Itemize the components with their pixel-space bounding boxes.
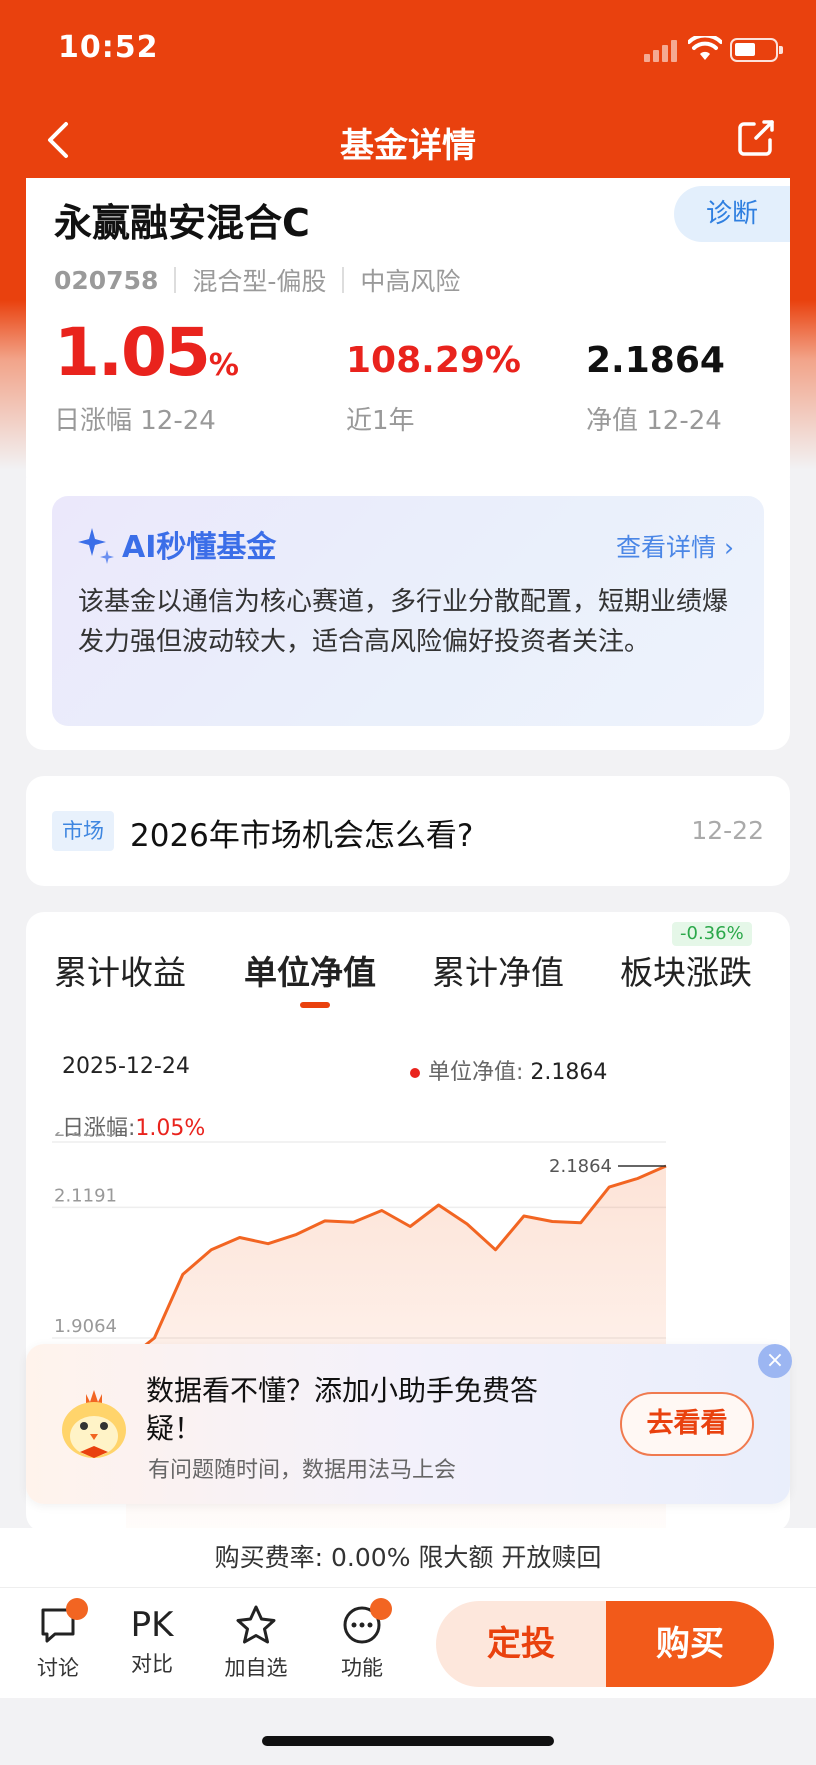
ai-summary-text: 该基金以通信为核心赛道，多行业分散配置，短期业绩爆发力强但波动较大，适合高风险偏… — [78, 587, 729, 657]
legend-value: 2.1864 — [530, 1060, 608, 1085]
watchlist-label: 加自选 — [224, 1656, 288, 1680]
home-area — [0, 1698, 816, 1765]
compare-button[interactable]: PK 对比 — [112, 1604, 192, 1678]
news-tag: 市场 — [52, 811, 114, 851]
legend-dot — [410, 1068, 420, 1078]
daily-change-unit: % — [208, 348, 239, 383]
status-time: 10:52 — [58, 30, 159, 65]
features-button[interactable]: 功能 — [322, 1598, 402, 1682]
tab-cumulative-return[interactable]: 累计收益 — [54, 946, 186, 994]
add-watchlist-button[interactable]: 加自选 — [216, 1604, 296, 1682]
fund-meta: 020758 混合型-偏股 中高风险 — [54, 262, 460, 298]
y-tick-label: 2.1191 — [54, 1185, 117, 1206]
sector-change-badge: -0.36% — [672, 922, 752, 946]
nav-bar: 基金详情 — [0, 100, 816, 180]
diagnose-button[interactable]: 诊断 — [674, 186, 790, 242]
fund-name: 永赢融安混合C — [54, 201, 310, 245]
ai-details-link[interactable]: 查看详情 › — [616, 528, 734, 564]
divider — [342, 267, 345, 293]
sip-button[interactable]: 定投 — [436, 1601, 606, 1687]
y-tick-label: 2.2255 — [54, 1132, 117, 1141]
wifi-icon — [688, 36, 722, 60]
promo-go-button[interactable]: 去看看 — [620, 1392, 754, 1456]
daily-change-number: 1.05 — [54, 314, 211, 391]
share-icon[interactable] — [734, 116, 778, 160]
fund-code: 020758 — [54, 265, 159, 295]
ai-title: AI秒懂基金 — [122, 530, 277, 565]
chart-legend: 单位净值: 2.1864 — [410, 1054, 607, 1086]
news-title: 2026年市场机会怎么看? — [130, 818, 474, 854]
notification-dot — [370, 1598, 392, 1620]
notification-dot — [66, 1598, 88, 1620]
bottom-action-bar: 讨论 PK 对比 加自选 功能 定投 购买 — [0, 1588, 816, 1698]
nav-label: 净值 12-24 — [586, 406, 722, 436]
year-return-value: 108.29% — [346, 340, 521, 381]
sparkle-icon — [78, 528, 114, 564]
promo-title: 数据看不懂？添加小助手免费答疑！ — [146, 1374, 539, 1445]
last-value-label: 2.1864 — [549, 1156, 612, 1177]
y-tick-label: 1.9064 — [54, 1316, 117, 1337]
buy-button[interactable]: 购买 — [606, 1601, 774, 1687]
fund-risk: 中高风险 — [360, 267, 461, 296]
star-icon — [236, 1605, 276, 1644]
chart-date: 2025-12-24 — [62, 1054, 190, 1079]
legend-label: 单位净值: — [428, 1060, 531, 1085]
active-tab-indicator — [300, 1002, 330, 1008]
daily-change-label: 日涨幅 12-24 — [54, 406, 216, 436]
status-bar: 10:52 — [0, 0, 816, 100]
battery-icon — [730, 38, 783, 62]
fund-type: 混合型-偏股 — [192, 267, 327, 296]
news-item[interactable]: 市场 2026年市场机会怎么看? 12-22 — [26, 776, 790, 886]
pk-icon: PK — [130, 1605, 174, 1645]
divider — [174, 267, 177, 293]
tab-unit-nav[interactable]: 单位净值 — [244, 946, 376, 994]
daily-change-value: 1.05% — [54, 314, 239, 391]
year-return-label: 近1年 — [346, 406, 415, 436]
ai-summary-card: AI秒懂基金 查看详情 › 该基金以通信为核心赛道，多行业分散配置，短期业绩爆发… — [26, 478, 790, 750]
nav-value: 2.1864 — [586, 340, 725, 381]
fee-info: 购买费率: 0.00% 限大额 开放赎回 — [0, 1528, 816, 1588]
mascot-icon — [62, 1390, 126, 1458]
compare-label: 对比 — [131, 1652, 173, 1676]
ai-summary-panel[interactable]: AI秒懂基金 查看详情 › 该基金以通信为核心赛道，多行业分散配置，短期业绩爆发… — [52, 496, 764, 726]
signal-icon — [644, 38, 684, 62]
promo-subtitle: 有问题随时间，数据用法马上会 — [148, 1458, 457, 1483]
fund-summary-card: 永赢融安混合C 诊断 020758 混合型-偏股 中高风险 1.05% 日涨幅 … — [26, 178, 790, 494]
discuss-label: 讨论 — [37, 1656, 79, 1680]
assistant-promo-banner[interactable]: 数据看不懂？添加小助手免费答疑！ 有问题随时间，数据用法马上会 去看看 × — [26, 1344, 792, 1504]
features-label: 功能 — [341, 1656, 383, 1680]
discuss-button[interactable]: 讨论 — [18, 1598, 98, 1682]
tab-cumulative-nav[interactable]: 累计净值 — [432, 946, 564, 994]
home-indicator — [262, 1736, 554, 1746]
page-title: 基金详情 — [340, 126, 476, 166]
news-date: 12-22 — [691, 816, 764, 845]
close-icon[interactable]: × — [758, 1344, 792, 1378]
tab-sector-change[interactable]: 板块涨跌 — [620, 946, 752, 994]
